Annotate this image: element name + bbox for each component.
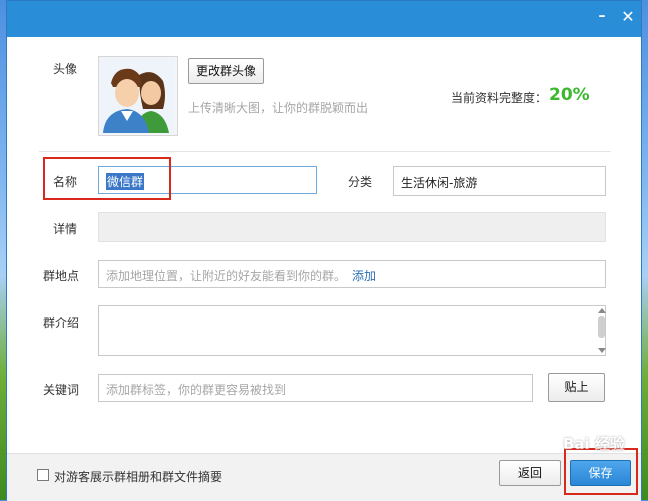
dialog-titlebar: – ✕: [7, 1, 641, 37]
location-placeholder: 添加地理位置，让附近的好友能看到你的群。: [106, 269, 347, 283]
close-icon[interactable]: ✕: [619, 9, 637, 25]
location-input[interactable]: 添加地理位置，让附近的好友能看到你的群。 添加: [98, 260, 606, 288]
show-album-label: 对游客展示群相册和群文件摘要: [54, 470, 223, 484]
detail-field: [98, 212, 606, 242]
intro-scrollbar[interactable]: [594, 308, 609, 353]
two-person-avatar-image: [99, 57, 175, 133]
section-divider: [39, 151, 611, 152]
completeness-label: 当前资料完整度：: [451, 91, 548, 105]
intro-label: 群介绍: [43, 316, 80, 330]
category-label: 分类: [348, 175, 373, 189]
highlight-box-name: [43, 157, 171, 200]
group-profile-dialog: – ✕ 头像 更改群头像 上传清晰大图，让你的群脱颖而出 当前资料完整度： 20…: [6, 0, 642, 501]
change-avatar-button[interactable]: 更改群头像: [188, 58, 264, 84]
detail-label: 详情: [53, 222, 78, 236]
keyword-input[interactable]: 添加群标签，你的群更容易被找到: [98, 374, 533, 402]
avatar-label: 头像: [53, 62, 78, 76]
location-label: 群地点: [43, 269, 80, 283]
minimize-icon[interactable]: –: [593, 9, 611, 23]
keyword-placeholder: 添加群标签，你的群更容易被找到: [106, 383, 287, 397]
scroll-down-icon[interactable]: [598, 348, 606, 353]
show-album-checkbox[interactable]: [37, 469, 49, 481]
scroll-thumb[interactable]: [598, 316, 605, 338]
highlight-box-save: [564, 448, 638, 495]
post-button[interactable]: 贴上: [548, 373, 605, 402]
scroll-up-icon[interactable]: [598, 308, 606, 313]
intro-textarea[interactable]: [98, 305, 606, 356]
watermark-logo: Bai 经验: [563, 435, 625, 453]
add-location-link[interactable]: 添加: [352, 267, 376, 284]
back-button[interactable]: 返回: [499, 460, 561, 486]
completeness-value: 20%: [549, 85, 590, 105]
avatar-hint: 上传清晰大图，让你的群脱颖而出: [188, 101, 369, 115]
keyword-label: 关键词: [43, 383, 80, 397]
category-select[interactable]: 生活休闲-旅游: [393, 166, 606, 196]
group-avatar[interactable]: [98, 56, 178, 136]
category-value: 生活休闲-旅游: [401, 176, 478, 190]
